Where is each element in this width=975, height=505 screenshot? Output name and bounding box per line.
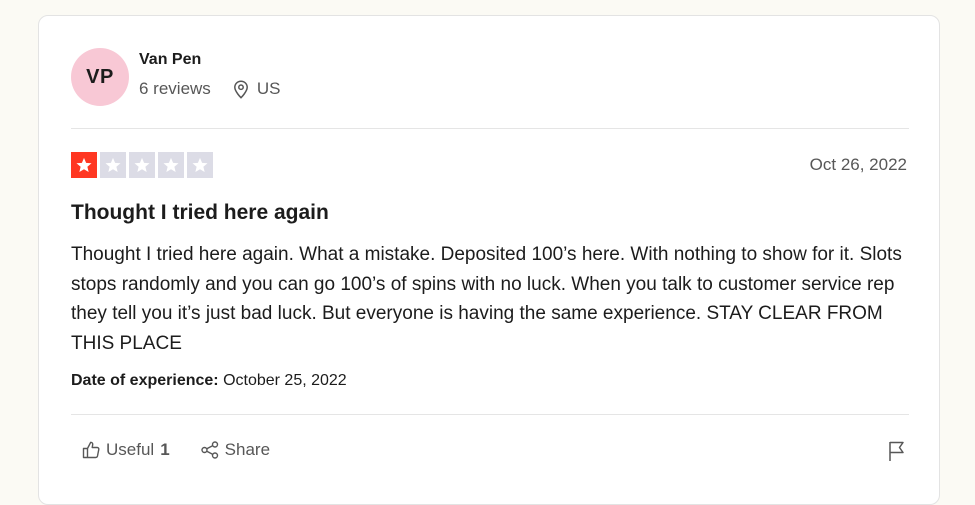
flag-button[interactable] (887, 440, 907, 467)
useful-count: 1 (160, 440, 170, 459)
star-empty-icon (187, 152, 213, 178)
location-label: US (256, 79, 281, 98)
consumer-location: US (233, 79, 281, 99)
review-title[interactable]: Thought I tried here again (71, 201, 329, 225)
consumer-header: VP Van Pen 6 reviews US (71, 48, 280, 106)
location-pin-icon (233, 79, 249, 99)
star-filled-icon (71, 152, 97, 178)
review-actions: Useful 1 Share (81, 440, 270, 460)
review-date: Oct 26, 2022 (809, 155, 907, 174)
avatar[interactable]: VP (71, 48, 129, 106)
thumbs-up-icon (82, 441, 100, 459)
experience-date: October 25, 2022 (223, 372, 347, 389)
useful-label: Useful (106, 440, 155, 459)
footer-divider (71, 414, 909, 415)
consumer-name[interactable]: Van Pen (139, 51, 280, 69)
star-empty-icon (100, 152, 126, 178)
consumer-info: Van Pen 6 reviews US (139, 51, 280, 99)
review-body: Thought I tried here again. What a mista… (71, 244, 902, 354)
experience-label: Date of experience: (71, 372, 219, 389)
flag-icon (889, 441, 904, 461)
consumer-meta: 6 reviews US (139, 79, 280, 99)
share-button[interactable]: Share (200, 440, 270, 460)
share-icon (200, 441, 218, 459)
header-divider (71, 128, 909, 129)
reviews-count: 6 reviews (139, 79, 211, 98)
star-rating (71, 152, 216, 178)
share-label: Share (224, 440, 271, 459)
star-empty-icon (129, 152, 155, 178)
review-card: VP Van Pen 6 reviews US Oct 26, 2022 Tho… (38, 15, 940, 505)
date-of-experience: Date of experience: October 25, 2022 (71, 372, 347, 390)
star-empty-icon (158, 152, 184, 178)
useful-button[interactable]: Useful 1 (81, 440, 170, 460)
